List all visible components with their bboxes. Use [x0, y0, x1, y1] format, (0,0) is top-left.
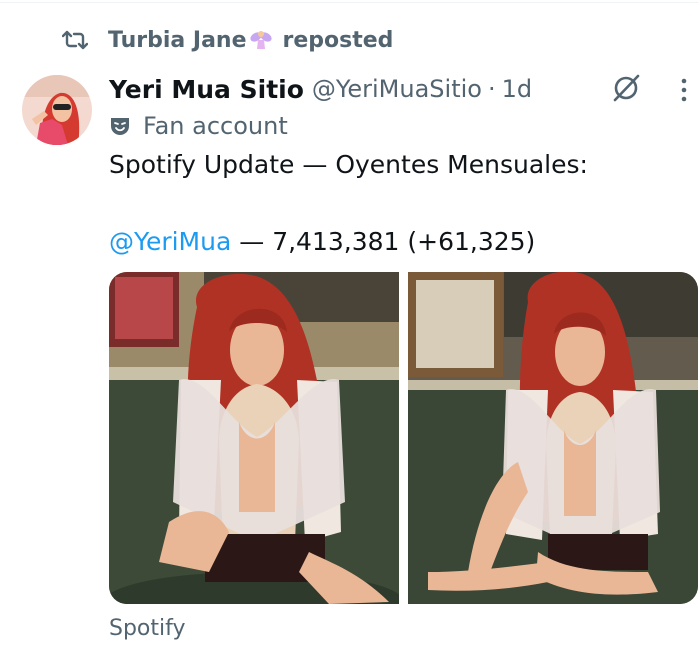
tweet-header: Yeri Mua Sitio @YeriMuaSitio · 1d [109, 72, 532, 106]
more-options-icon[interactable] [677, 76, 691, 104]
theater-mask-icon [111, 118, 129, 135]
tweet-photo-1[interactable] [109, 272, 399, 604]
repost-context: Turbia Jane reposted [62, 24, 393, 56]
user-handle[interactable]: @YeriMuaSitio [312, 75, 482, 103]
tweet-text-line2: @YeriMua — 7,413,381 (+61,325) [109, 227, 535, 256]
display-name[interactable]: Yeri Mua Sitio [109, 75, 304, 104]
fairy-emoji-icon [249, 31, 272, 49]
grok-icon[interactable] [611, 73, 641, 103]
avatar[interactable] [22, 75, 92, 145]
timestamp[interactable]: 1d [502, 75, 533, 103]
tweet-text-line1: Spotify Update — Oyentes Mensuales: [109, 150, 588, 179]
top-divider [0, 2, 698, 3]
tweet-photo-2[interactable] [408, 272, 698, 604]
account-label: Fan account [109, 110, 288, 142]
account-label-text: Fan account [143, 112, 288, 140]
repost-icon [62, 30, 88, 50]
mention-link[interactable]: @YeriMua [109, 227, 231, 256]
media-source-label[interactable]: Spotify [109, 616, 186, 641]
reposter-name[interactable]: Turbia Jane [108, 28, 247, 53]
separator-dot: · [487, 75, 496, 103]
repost-verb: reposted [282, 27, 394, 53]
tweet-stat-text: — 7,413,381 (+61,325) [231, 227, 536, 256]
media-grid [109, 272, 698, 604]
